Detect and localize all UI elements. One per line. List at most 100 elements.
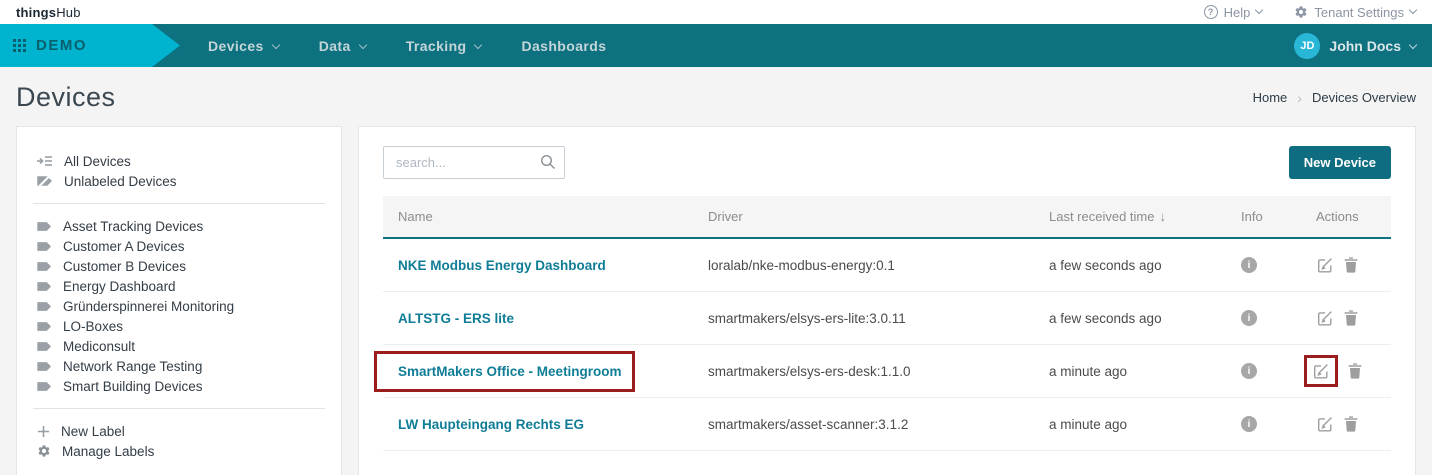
- tag-icon: [37, 220, 52, 233]
- sidebar-label-item[interactable]: Customer B Devices: [27, 256, 331, 276]
- info-icon[interactable]: i: [1241, 257, 1257, 273]
- chevron-down-icon: [1409, 40, 1417, 48]
- column-header-label: Last received time: [1049, 209, 1155, 224]
- device-name-link[interactable]: ALTSTG - ERS lite: [398, 311, 514, 326]
- plus-icon: [37, 425, 50, 438]
- tag-icon: [37, 260, 52, 273]
- device-name-link[interactable]: LW Haupteingang Rechts EG: [398, 417, 584, 432]
- trash-icon: [1344, 310, 1358, 326]
- trash-icon: [1344, 416, 1358, 432]
- devices-table-card: New Device Name Driver Last received tim…: [358, 126, 1416, 475]
- table-toolbar: New Device: [383, 146, 1391, 179]
- tag-icon: [37, 300, 52, 313]
- delete-device-button[interactable]: [1344, 310, 1358, 326]
- label-name: Smart Building Devices: [63, 379, 203, 394]
- device-driver: smartmakers/elsys-ers-desk:1.1.0: [708, 364, 1049, 379]
- table-row: LW Haupteingang Rechts EG smartmakers/as…: [383, 398, 1391, 451]
- chevron-down-icon: [1409, 6, 1417, 14]
- nav-menu: Devices Data Tracking Dashboards: [188, 24, 626, 67]
- device-name-link[interactable]: NKE Modbus Energy Dashboard: [398, 258, 606, 273]
- user-name: John Docs: [1329, 38, 1401, 54]
- main-navbar: DEMO Devices Data Tracking Dashboards JD…: [0, 24, 1432, 67]
- device-name-link[interactable]: SmartMakers Office - Meetingroom: [398, 364, 622, 379]
- nav-item-devices[interactable]: Devices: [188, 24, 299, 67]
- delete-device-button[interactable]: [1348, 363, 1362, 379]
- chevron-down-icon: [1255, 6, 1263, 14]
- tenant-label: DEMO: [36, 37, 87, 54]
- new-label-text: New Label: [61, 424, 125, 439]
- sidebar-label-item[interactable]: Asset Tracking Devices: [27, 216, 331, 236]
- sidebar-label-item[interactable]: Gründerspinnerei Monitoring: [27, 296, 331, 316]
- sidebar-label-item[interactable]: Smart Building Devices: [27, 376, 331, 396]
- tenant-settings-menu[interactable]: Tenant Settings: [1294, 5, 1416, 20]
- logo-bold-part: things: [16, 5, 56, 20]
- tag-icon: [37, 380, 52, 393]
- sidebar-label-item[interactable]: Energy Dashboard: [27, 276, 331, 296]
- edit-icon: [1312, 362, 1330, 380]
- sidebar-item-all-devices[interactable]: All Devices: [27, 151, 331, 171]
- manage-labels-text: Manage Labels: [62, 444, 154, 459]
- breadcrumb-separator-icon: ›: [1297, 90, 1302, 106]
- breadcrumb-current: Devices Overview: [1312, 90, 1416, 105]
- label-name: Asset Tracking Devices: [63, 219, 203, 234]
- nav-item-label: Data: [319, 38, 351, 54]
- page-title: Devices: [16, 82, 116, 113]
- info-icon[interactable]: i: [1241, 416, 1257, 432]
- sidebar-item-label: All Devices: [64, 154, 131, 169]
- tag-icon: [37, 360, 52, 373]
- tag-icon: [37, 320, 52, 333]
- table-header-row: Name Driver Last received time ↓ Info Ac…: [383, 196, 1391, 239]
- edit-device-button[interactable]: [1312, 362, 1330, 380]
- table-row-highlighted: SmartMakers Office - Meetingroom smartma…: [383, 345, 1391, 398]
- sidebar-label-item[interactable]: Network Range Testing: [27, 356, 331, 376]
- nav-item-label: Tracking: [406, 38, 467, 54]
- edit-device-button[interactable]: [1316, 309, 1334, 327]
- app-logo[interactable]: thingsHub: [16, 5, 81, 20]
- column-header-info: Info: [1241, 209, 1316, 224]
- breadcrumb-home[interactable]: Home: [1253, 90, 1288, 105]
- device-driver: smartmakers/elsys-ers-lite:3.0.11: [708, 311, 1049, 326]
- nav-item-dashboards[interactable]: Dashboards: [501, 24, 626, 67]
- trash-icon: [1344, 257, 1358, 273]
- gear-icon: [1294, 5, 1308, 19]
- edit-device-button[interactable]: [1316, 415, 1334, 433]
- column-header-driver[interactable]: Driver: [708, 209, 1049, 224]
- edit-icon: [1316, 415, 1334, 433]
- label-name: Mediconsult: [63, 339, 135, 354]
- nav-item-tracking[interactable]: Tracking: [386, 24, 502, 67]
- tenant-selector[interactable]: DEMO: [0, 24, 180, 67]
- annotation-box-device-name: SmartMakers Office - Meetingroom: [374, 351, 635, 392]
- manage-labels-button[interactable]: Manage Labels: [27, 441, 331, 461]
- sidebar-label-item[interactable]: Customer A Devices: [27, 236, 331, 256]
- edit-device-button[interactable]: [1316, 256, 1334, 274]
- new-label-button[interactable]: New Label: [27, 421, 331, 441]
- device-last-received: a minute ago: [1049, 364, 1241, 379]
- tag-icon: [37, 240, 52, 253]
- gear-icon: [37, 444, 51, 458]
- delete-device-button[interactable]: [1344, 257, 1358, 273]
- column-header-last-received-time[interactable]: Last received time ↓: [1049, 209, 1241, 224]
- label-name: LO-Boxes: [63, 319, 123, 334]
- tag-icon: [37, 340, 52, 353]
- info-icon[interactable]: i: [1241, 310, 1257, 326]
- user-menu[interactable]: JD John Docs: [1294, 33, 1432, 59]
- device-last-received: a minute ago: [1049, 417, 1241, 432]
- nav-item-data[interactable]: Data: [299, 24, 386, 67]
- delete-device-button[interactable]: [1344, 416, 1358, 432]
- search-box: [383, 146, 565, 179]
- column-header-name[interactable]: Name: [383, 209, 708, 224]
- labels-sidebar: All Devices Unlabeled Devices Asset Trac…: [16, 126, 342, 475]
- top-bar: thingsHub ? Help Tenant Settings: [0, 0, 1432, 24]
- info-icon[interactable]: i: [1241, 363, 1257, 379]
- search-input[interactable]: [383, 146, 565, 179]
- sidebar-label-item[interactable]: Mediconsult: [27, 336, 331, 356]
- help-menu[interactable]: ? Help: [1204, 5, 1263, 20]
- label-name: Energy Dashboard: [63, 279, 176, 294]
- table-row: NKE Modbus Energy Dashboard loralab/nke-…: [383, 239, 1391, 292]
- sidebar-item-unlabeled-devices[interactable]: Unlabeled Devices: [27, 171, 331, 191]
- sidebar-label-item[interactable]: LO-Boxes: [27, 316, 331, 336]
- new-device-button[interactable]: New Device: [1289, 146, 1391, 179]
- breadcrumb: Home › Devices Overview: [1253, 90, 1416, 106]
- column-header-actions: Actions: [1316, 209, 1391, 224]
- label-name: Customer B Devices: [63, 259, 186, 274]
